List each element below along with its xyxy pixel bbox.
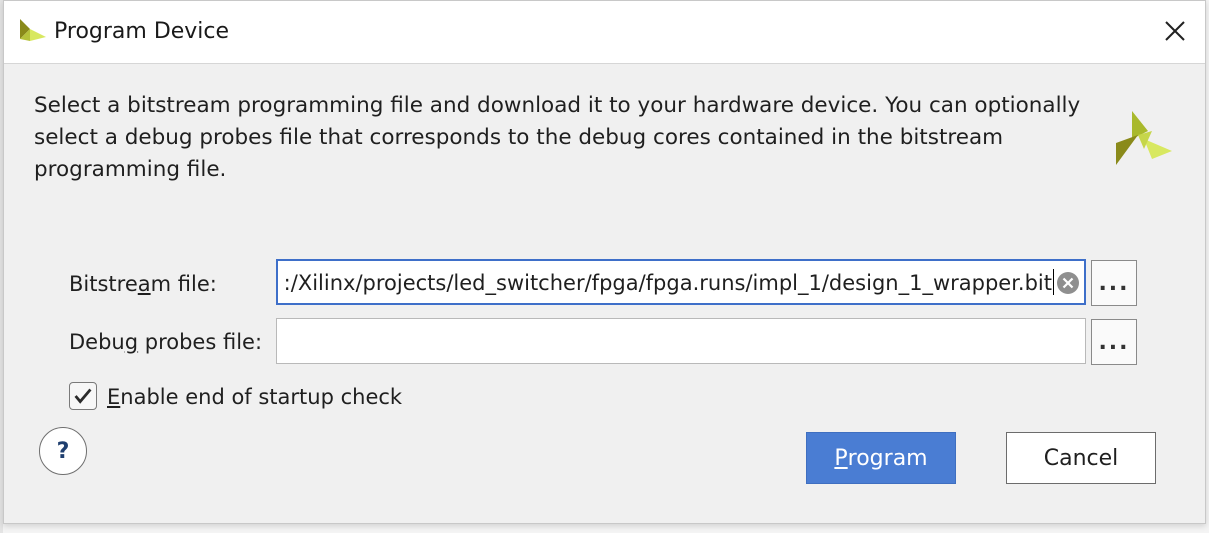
checkmark-icon <box>74 388 92 404</box>
debug-probes-file-label: Debug probes file: <box>69 330 263 354</box>
bitstream-browse-button[interactable]: ... <box>1091 260 1137 306</box>
help-button[interactable]: ? <box>39 427 87 475</box>
bitstream-file-input[interactable]: C:/Xilinx/projects/led_switcher/fpga/fpg… <box>276 259 1086 305</box>
debug-probes-browse-button[interactable]: ... <box>1091 319 1137 365</box>
clear-input-icon[interactable] <box>1056 271 1080 295</box>
dialog-title: Program Device <box>54 19 230 44</box>
xilinx-logo-icon <box>1116 111 1172 165</box>
startup-check-label[interactable]: Enable end of startup check <box>107 385 402 409</box>
xilinx-logo-icon <box>20 19 46 41</box>
dialog-description: Select a bitstream programming file and … <box>34 93 1081 182</box>
close-icon[interactable] <box>1153 11 1197 51</box>
cancel-button[interactable]: Cancel <box>1006 432 1156 484</box>
bitstream-file-label: Bitstream file: <box>69 272 217 296</box>
startup-check-checkbox[interactable] <box>69 382 97 410</box>
debug-probes-file-input[interactable] <box>276 318 1086 364</box>
text-caret <box>1053 269 1054 295</box>
title-bar: Program Device <box>4 1 1205 64</box>
bitstream-file-value: C:/Xilinx/projects/led_switcher/fpga/fpg… <box>284 271 1052 295</box>
program-button[interactable]: Program <box>806 432 956 484</box>
program-device-dialog: Program Device Select a bitstream progra… <box>3 0 1206 524</box>
